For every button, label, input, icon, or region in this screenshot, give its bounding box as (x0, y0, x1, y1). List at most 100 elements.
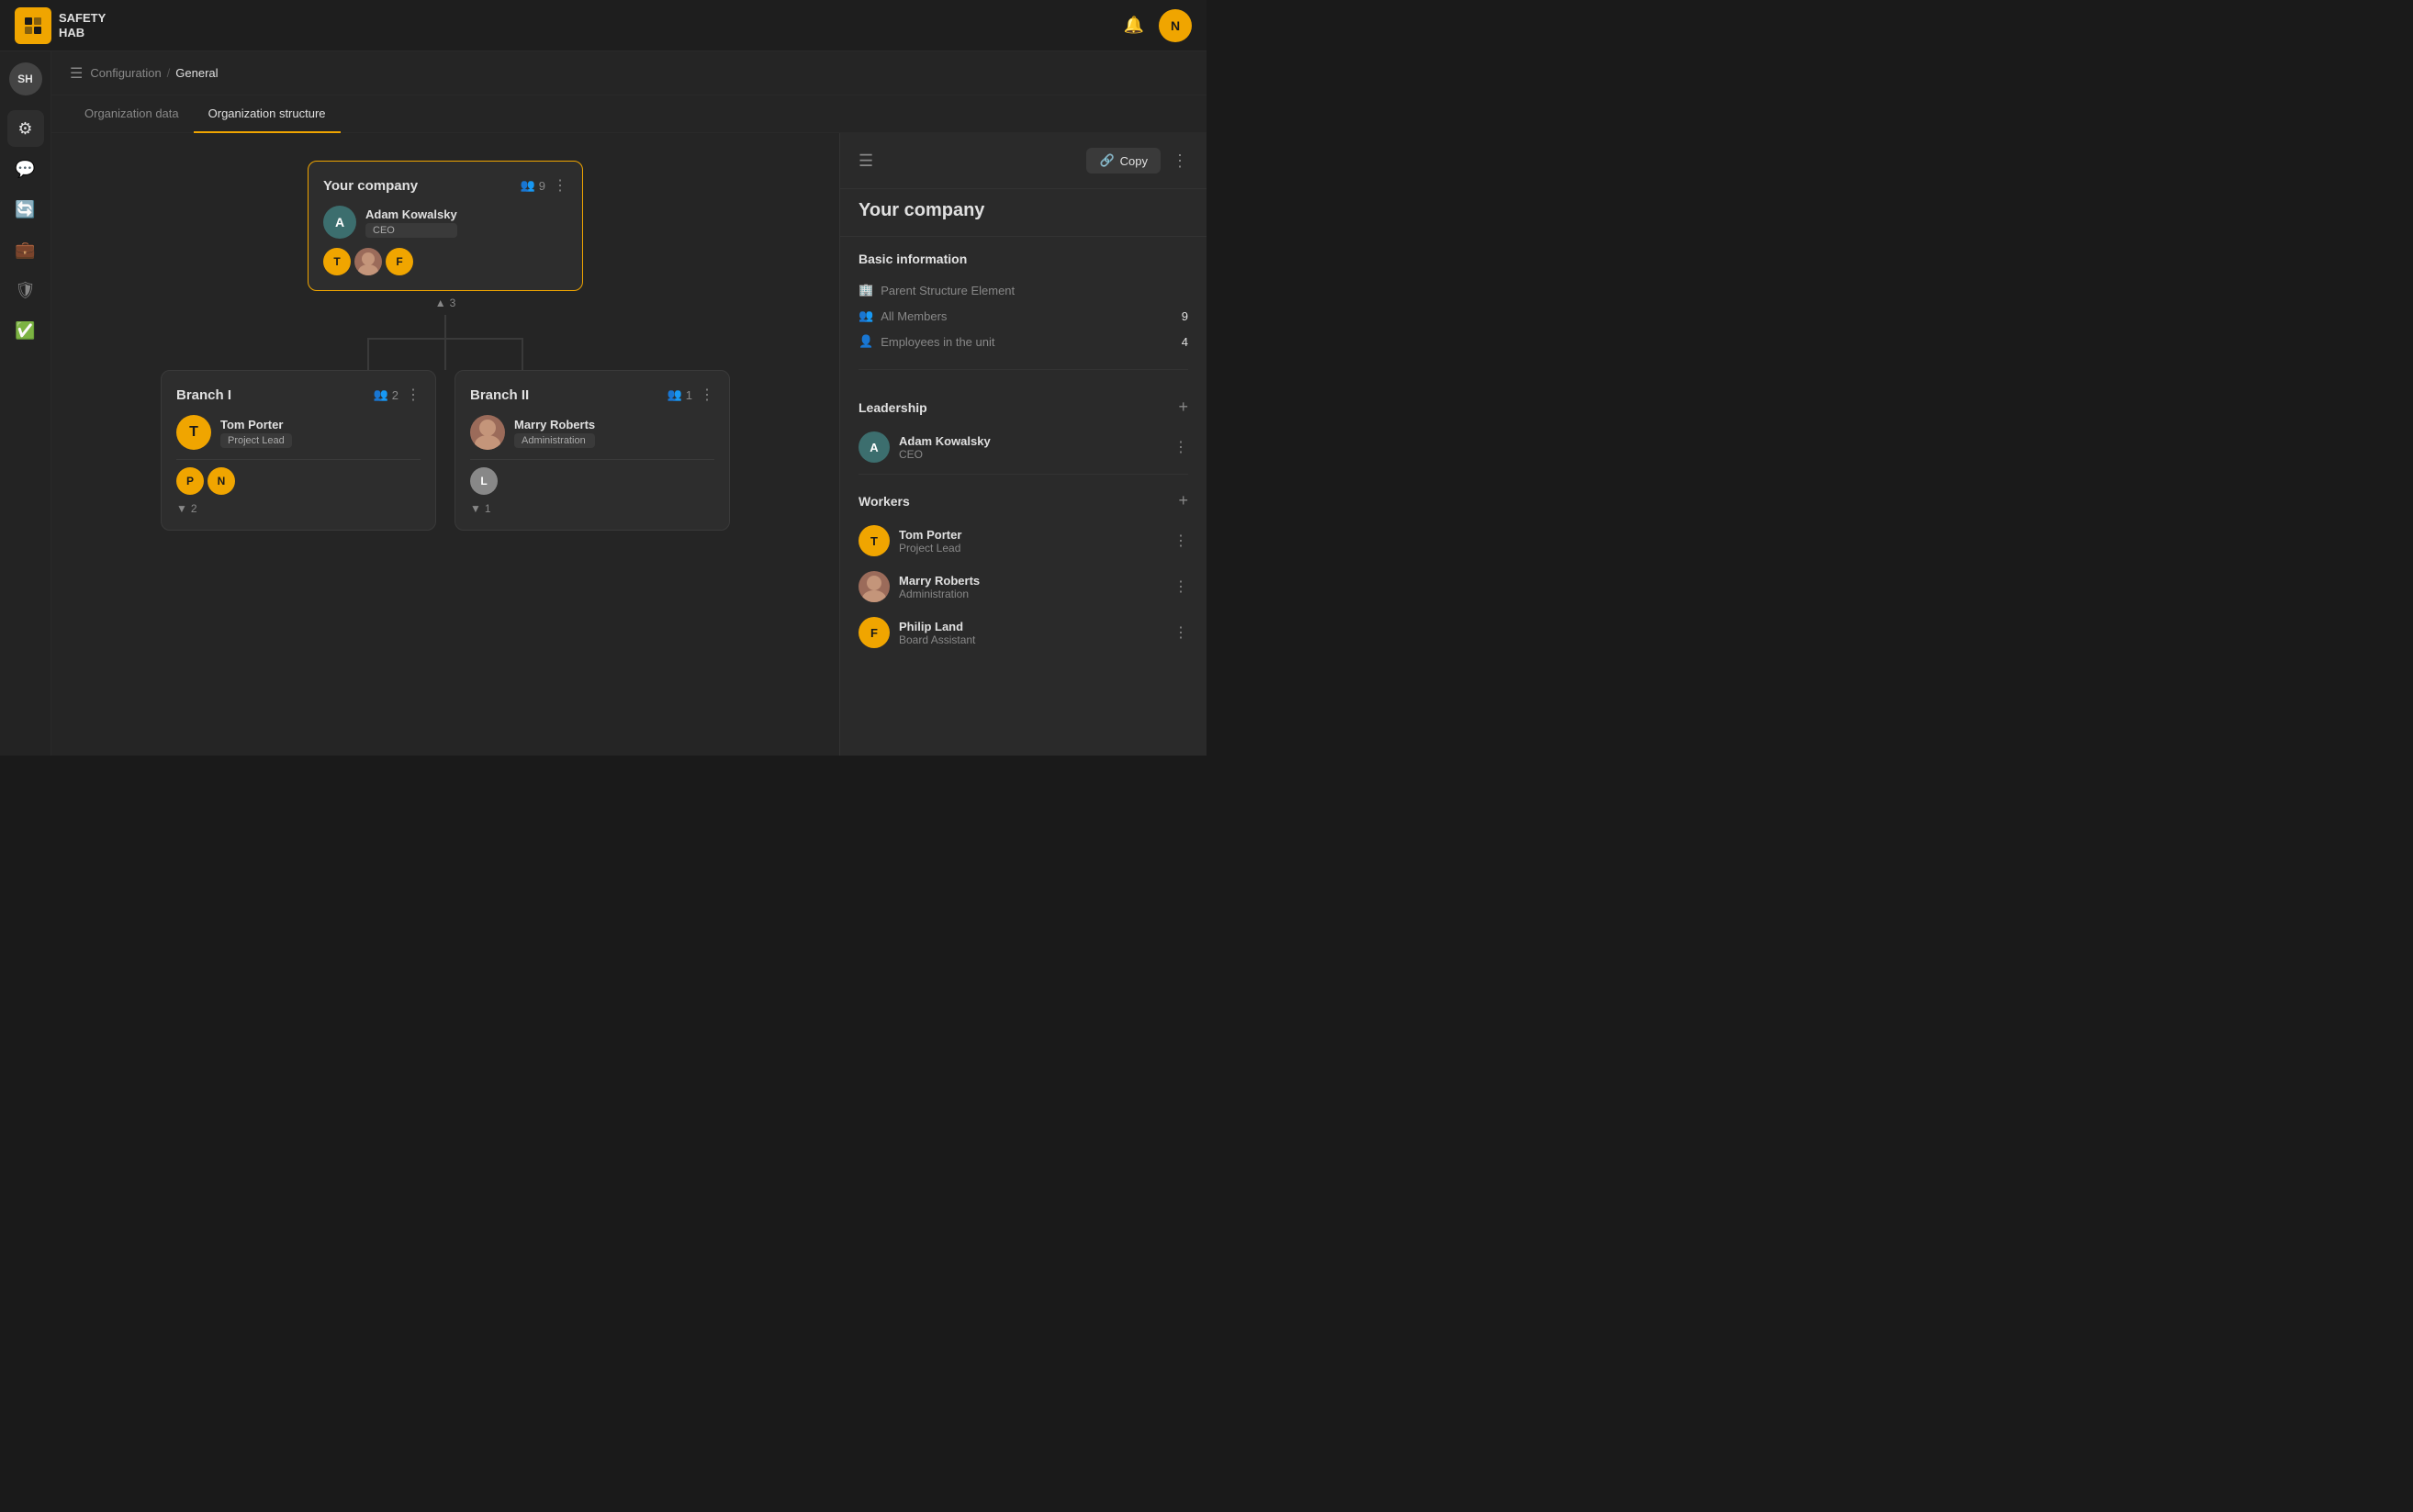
breadcrumb-config[interactable]: Configuration (90, 66, 161, 80)
right-panel: ☰ 🔗 Copy ⋮ Your company Basic informatio… (839, 133, 1206, 756)
branch-ii-leader-info: Marry Roberts Administration (514, 418, 595, 448)
marry-avatar (859, 571, 890, 602)
workers-section-header: Workers + (859, 478, 1188, 518)
leadership-member-adam: A Adam Kowalsky CEO ⋮ (859, 424, 1188, 470)
all-members-count: 9 (1182, 309, 1188, 323)
sidebar: SH ⚙ 💬 🔄 💼 🛡 ✅ (0, 51, 51, 756)
branch-ii-avatar-stack: L (470, 467, 714, 495)
root-org-card[interactable]: Your company 👥 9 ⋮ A (308, 161, 583, 291)
philip-role: Board Assistant (899, 633, 975, 646)
worker-marry: Marry Roberts Administration ⋮ (859, 564, 1188, 610)
adam-menu[interactable]: ⋮ (1173, 438, 1188, 456)
root-leader-avatar: A (323, 206, 356, 239)
workers-title: Workers (859, 494, 910, 509)
sidebar-item-chat[interactable]: 💬 (7, 151, 44, 187)
branch-i-leader-row: T Tom Porter Project Lead (176, 415, 421, 450)
parent-icon: 🏢 (859, 283, 873, 297)
parent-structure-row: 🏢 Parent Structure Element (859, 277, 1188, 303)
branches-row: Branch I 👥 2 ⋮ T (161, 370, 730, 531)
content-area: ☰ Configuration / General Organization d… (51, 51, 1206, 756)
org-chart-area: Your company 👥 9 ⋮ A (51, 133, 839, 756)
philip-name: Philip Land (899, 620, 975, 633)
root-leader-row: A Adam Kowalsky CEO (323, 206, 567, 239)
employees-row: 👤 Employees in the unit 4 (859, 329, 1188, 354)
menu-toggle[interactable]: ☰ (70, 64, 83, 83)
philip-avatar: F (859, 617, 890, 648)
branch-i-avatar-p: P (176, 467, 204, 495)
sidebar-item-shield[interactable]: 🛡 (7, 272, 44, 308)
branch-i-card[interactable]: Branch I 👥 2 ⋮ T (161, 370, 436, 531)
sidebar-item-briefcase[interactable]: 💼 (7, 231, 44, 268)
marry-role: Administration (899, 588, 980, 600)
branch-ii-card[interactable]: Branch II 👥 1 ⋮ (455, 370, 730, 531)
main-layout: SH ⚙ 💬 🔄 💼 🛡 ✅ ☰ Configuration / General… (0, 51, 1206, 756)
workers-section: Workers + T Tom Porter Project Lead (859, 478, 1188, 655)
leadership-section: Leadership + A Adam Kowalsky CEO (859, 385, 1188, 470)
branch-i-menu[interactable]: ⋮ (406, 386, 421, 404)
user-avatar[interactable]: N (1159, 9, 1192, 42)
branch-ii-menu[interactable]: ⋮ (700, 386, 714, 404)
right-panel-actions: 🔗 Copy ⋮ (1086, 148, 1188, 174)
root-card-title: Your company (323, 178, 418, 194)
right-panel-title: Your company (840, 189, 1206, 237)
all-members-row: 👥 All Members 9 (859, 303, 1188, 329)
worker-philip: F Philip Land Board Assistant ⋮ (859, 610, 1188, 655)
right-panel-header: ☰ 🔗 Copy ⋮ (840, 133, 1206, 189)
branch-i-leader-info: Tom Porter Project Lead (220, 418, 292, 448)
right-panel-dots[interactable]: ⋮ (1172, 151, 1188, 171)
logo-area: SAFETY HAB (15, 7, 106, 44)
notification-icon[interactable]: 🔔 (1124, 16, 1144, 35)
branch-i-expand[interactable]: ▼ 2 (176, 495, 421, 515)
root-leader-info: Adam Kowalsky CEO (365, 207, 457, 238)
branch-ii-expand[interactable]: ▼ 1 (470, 495, 714, 515)
right-panel-menu-icon[interactable]: ☰ (859, 151, 873, 171)
tom-avatar: T (859, 525, 890, 556)
tom-menu[interactable]: ⋮ (1173, 532, 1188, 550)
employees-count: 4 (1182, 335, 1188, 349)
root-people-count: 👥 9 (521, 178, 545, 193)
basic-info-title: Basic information (859, 252, 1188, 266)
breadcrumb: Configuration / General (90, 66, 218, 80)
branch-i-avatar-n: N (208, 467, 235, 495)
root-card-meta: 👥 9 ⋮ (521, 176, 567, 195)
root-avatar-f: F (386, 248, 413, 275)
tab-organization-data[interactable]: Organization data (70, 95, 194, 133)
basic-info-section: Basic information 🏢 Parent Structure Ele… (859, 237, 1188, 370)
tom-role: Project Lead (899, 542, 961, 554)
logo-text: SAFETY HAB (59, 11, 106, 39)
tabs-bar: Organization data Organization structure (51, 95, 1206, 133)
topbar-right: 🔔 N (1124, 9, 1192, 42)
topbar: SAFETY HAB 🔔 N (0, 0, 1206, 51)
marry-menu[interactable]: ⋮ (1173, 577, 1188, 596)
root-avatar-t: T (323, 248, 351, 275)
leadership-title: Leadership (859, 400, 927, 415)
h-connector (289, 338, 601, 370)
worker-tom: T Tom Porter Project Lead ⋮ (859, 518, 1188, 564)
branch-ii-avatar-l: L (470, 467, 498, 495)
branch-i-avatar-stack: P N (176, 467, 421, 495)
workers-add[interactable]: + (1178, 491, 1188, 510)
root-avatar-stack: T F (323, 248, 567, 275)
breadcrumb-current: General (175, 66, 218, 80)
copy-button[interactable]: 🔗 Copy (1086, 148, 1161, 174)
sub-header: ☰ Configuration / General (51, 51, 1206, 95)
adam-avatar: A (859, 431, 890, 463)
tab-organization-structure[interactable]: Organization structure (194, 95, 341, 133)
leadership-add[interactable]: + (1178, 398, 1188, 417)
sidebar-item-check[interactable]: ✅ (7, 312, 44, 349)
members-icon: 👥 (859, 308, 873, 323)
philip-menu[interactable]: ⋮ (1173, 623, 1188, 642)
sidebar-logo[interactable]: SH (9, 62, 42, 95)
leadership-section-header: Leadership + (859, 385, 1188, 424)
sidebar-item-settings[interactable]: ⚙ (7, 110, 44, 147)
link-icon: 🔗 (1099, 153, 1114, 168)
root-expand-badge[interactable]: ▲ 3 (435, 291, 456, 315)
root-card-menu[interactable]: ⋮ (553, 176, 567, 195)
sidebar-item-sync[interactable]: 🔄 (7, 191, 44, 228)
tom-name: Tom Porter (899, 528, 961, 542)
branch-ii-leader-avatar (470, 415, 505, 450)
branch-i-count: 👥 2 (374, 387, 398, 402)
root-connector: ▲ 3 (435, 291, 456, 338)
right-panel-body: Basic information 🏢 Parent Structure Ele… (840, 237, 1206, 756)
branch-ii-leader-row: Marry Roberts Administration (470, 415, 714, 450)
